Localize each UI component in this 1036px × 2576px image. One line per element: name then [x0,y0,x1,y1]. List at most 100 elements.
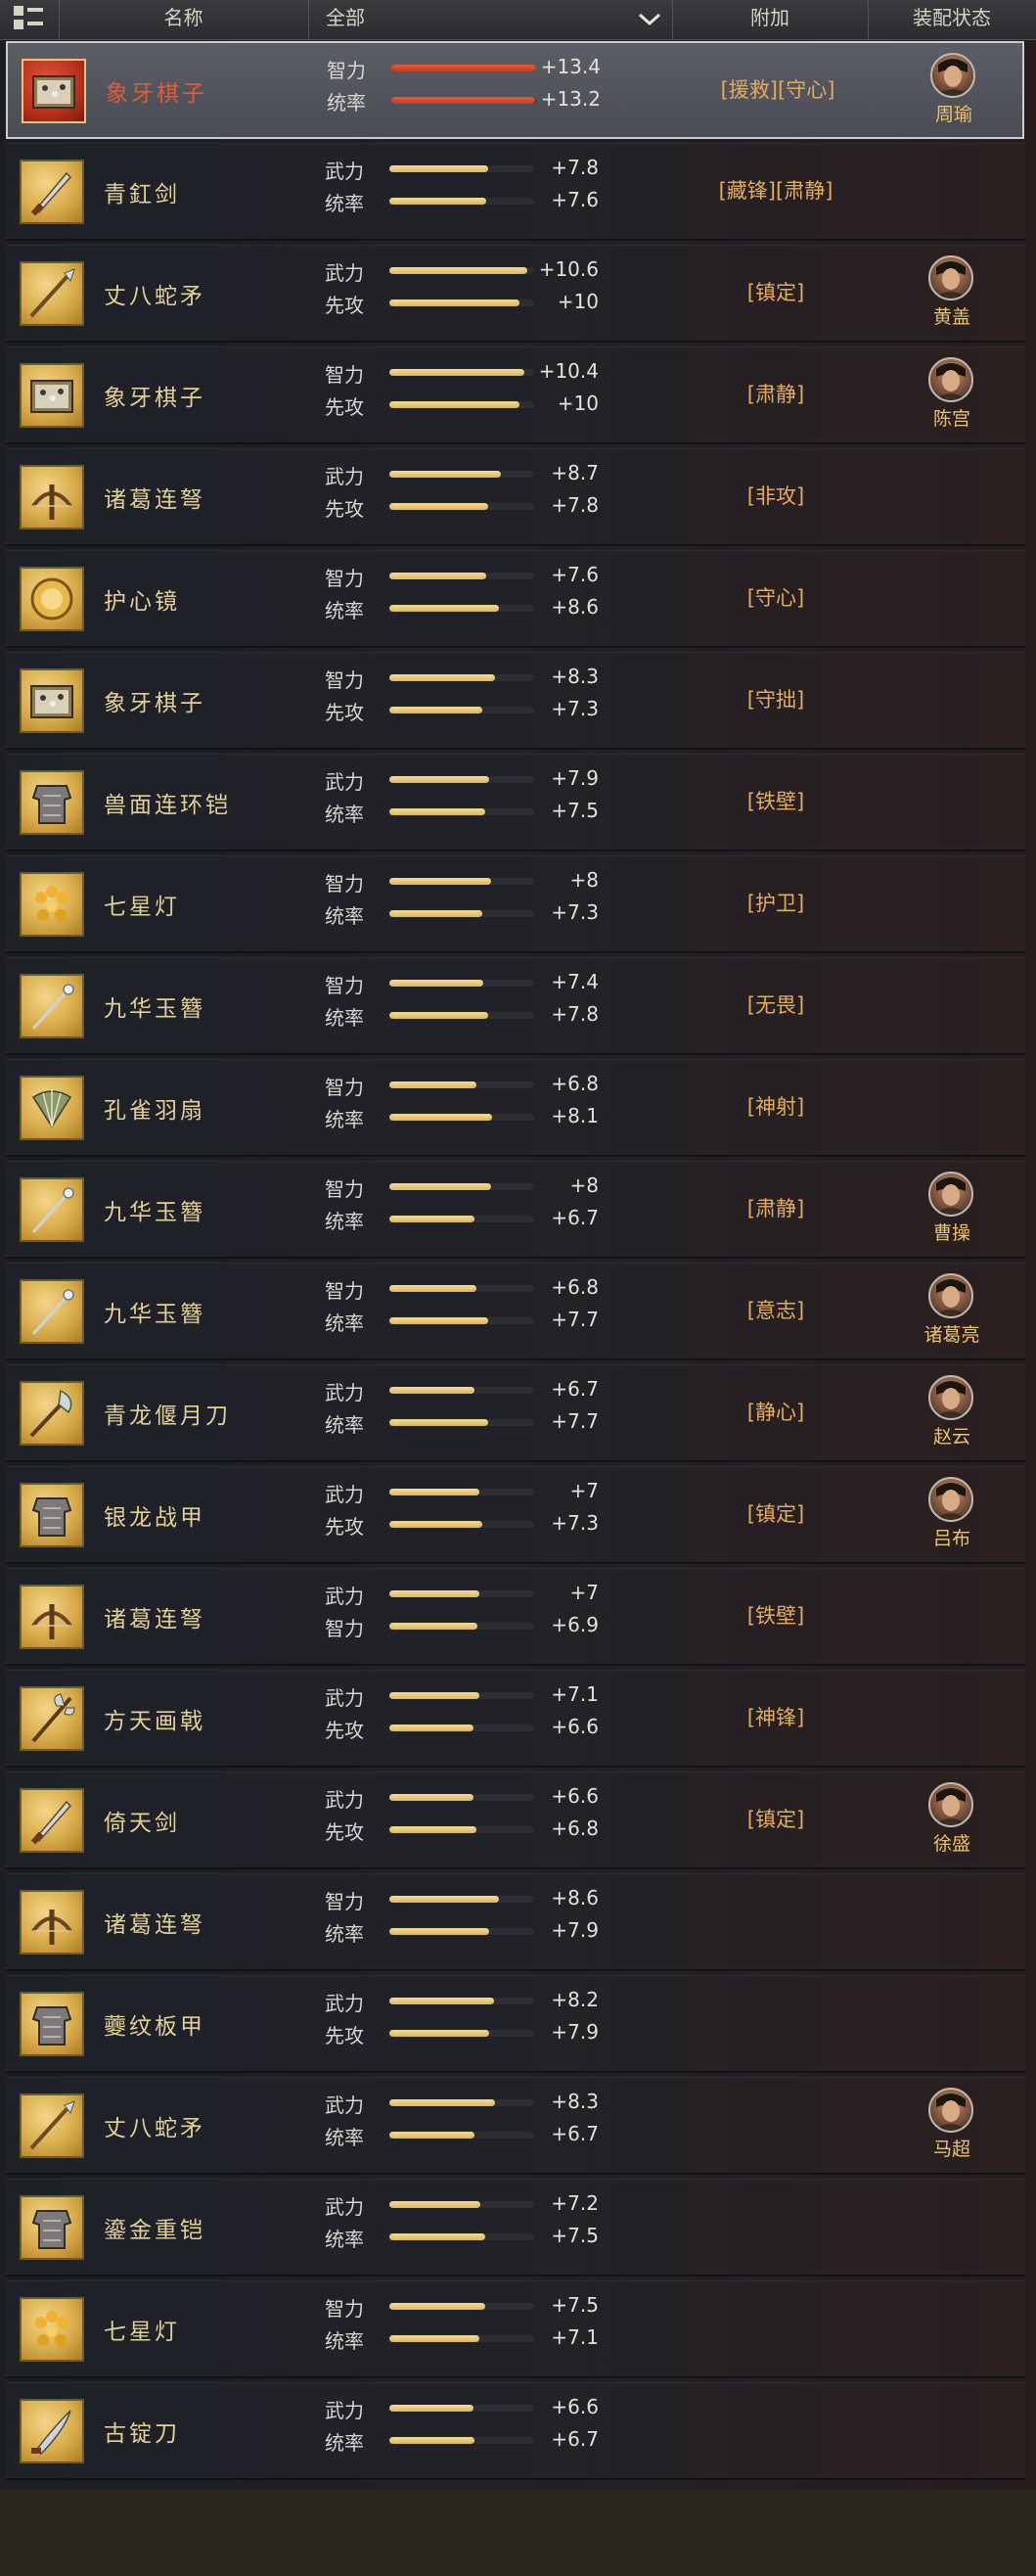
equipment-row[interactable]: 七星灯 智力 +8 统率 +7.3 [护卫] [6,855,1024,953]
item-icon-frame [20,770,84,835]
stat-bar [389,1590,534,1597]
stat-bar-fill [389,401,520,408]
stat-value: +7 [569,1479,599,1502]
equipment-row[interactable]: 方天画戟 武力 +7.1 先攻 +6.6 [神锋] [6,1670,1024,1768]
stat-bar [389,1317,534,1324]
stat-bar-fill [389,1285,476,1292]
stat-bar [389,267,534,274]
equipped-general[interactable]: 诸葛亮 [868,1267,1036,1356]
equipment-row[interactable]: 倚天剑 武力 +6.6 先攻 +6.8 [镇定] 徐盛 [6,1771,1024,1869]
equipment-row[interactable]: 诸葛连弩 武力 +8.7 先攻 +7.8 [非攻] [6,448,1024,546]
stat-bar-fill [389,369,524,376]
view-toggle-button[interactable] [0,0,60,39]
equipped-general[interactable]: 黄盖 [868,250,1036,338]
stat-label: 武力 [325,2399,364,2422]
item-icon-frame [20,1177,84,1242]
crossbow-icon [31,1909,72,1945]
general-portrait-icon [934,1177,968,1215]
equipped-general[interactable]: 赵云 [868,1369,1036,1457]
stat-bar-fill [389,1794,473,1801]
equipment-row[interactable]: 兽面连环铠 武力 +7.9 统率 +7.5 [铁壁] [6,754,1024,851]
stat-label: 先攻 [325,1515,364,1539]
equipment-row[interactable]: 象牙棋子 智力 +10.4 先攻 +10 [肃静] 陈宫 [6,346,1024,444]
equipment-row[interactable]: 丈八蛇矛 武力 +10.6 先攻 +10 [镇定] 黄盖 [6,245,1024,343]
equipment-row[interactable]: 银龙战甲 武力 +7 先攻 +7.3 [镇定] 吕布 [6,1466,1024,1564]
stat-bar-fill [389,1826,476,1833]
general-portrait-icon [934,1788,968,1825]
equipment-row[interactable]: 九华玉簪 智力 +7.4 统率 +7.8 [无畏] [6,957,1024,1055]
spear-icon [29,2100,75,2150]
equip-status-column-header[interactable]: 装配状态 [868,0,1036,39]
extra-column-header[interactable]: 附加 [672,0,869,39]
filter-dropdown[interactable]: 全部 [308,0,673,39]
equipment-row[interactable]: 九华玉簪 智力 +8 统率 +6.7 [肃静] 曹操 [6,1161,1024,1259]
extra-traits: [护卫] [746,892,805,915]
item-icon-frame [22,59,86,123]
equipped-general[interactable]: 曹操 [868,1166,1036,1254]
equipment-row[interactable]: 象牙棋子 智力 +8.3 先攻 +7.3 [守拙] [6,652,1024,750]
stat-value: +6.6 [551,1784,599,1808]
equipment-row[interactable]: 虁纹板甲 武力 +8.2 先攻 +7.9 [6,1975,1024,2073]
stat-label: 智力 [325,1890,364,1913]
equipment-row[interactable]: 青釭剑 武力 +7.8 统率 +7.6 [藏锋][肃静] [6,143,1024,241]
stat-bar [389,980,534,987]
stat-label: 智力 [325,363,364,387]
item-name: 青龙偃月刀 [104,1403,231,1429]
stat-label: 武力 [325,1381,364,1404]
equipped-general[interactable]: 陈宫 [868,351,1036,439]
stat-value: +6.7 [551,2122,599,2145]
general-avatar [928,255,973,300]
equipment-row[interactable]: 七星灯 智力 +7.5 统率 +7.1 [6,2280,1024,2378]
stat-bar [389,674,534,681]
stat-value: +6.8 [551,1072,599,1095]
equipped-general[interactable]: 徐盛 [868,1776,1036,1864]
equipped-general[interactable]: 周瑜 [870,47,1036,135]
equipment-row[interactable]: 鎏金重铠 武力 +7.2 统率 +7.5 [6,2179,1024,2277]
item-name: 象牙棋子 [104,386,205,411]
stat-value: +7.9 [551,766,599,790]
item-icon-frame [20,160,84,224]
equipment-row[interactable]: 丈八蛇矛 武力 +8.3 统率 +6.7 马超 [6,2077,1024,2175]
equipped-general[interactable]: 马超 [868,2082,1036,2170]
stat-label: 统率 [325,2126,364,2149]
item-name: 兽面连环铠 [104,793,231,818]
stat-bar-fill [389,1590,479,1597]
stat-label: 智力 [327,59,366,82]
equipment-row[interactable]: 象牙棋子 智力 +13.4 统率 +13.2 [援救][守心] 周瑜 [6,41,1024,139]
crossbow-icon [31,1604,72,1639]
general-avatar [928,1477,973,1522]
stat-bar-fill [389,2099,496,2106]
list-footer [0,2490,1036,2576]
stat-bar-fill [389,573,487,579]
stat-bar-fill [389,1692,479,1699]
stat-bar [389,2132,534,2139]
name-column-header[interactable]: 名称 [59,0,309,39]
stat-value: +6.8 [551,1275,599,1299]
stat-bar-fill [389,1521,482,1528]
item-name: 诸葛连弩 [104,1607,205,1633]
glaive-icon [29,1389,72,1438]
general-name: 周瑜 [934,104,972,125]
equipment-row[interactable]: 孔雀羽扇 智力 +6.8 统率 +8.1 [神射] [6,1059,1024,1157]
equipment-row[interactable]: 诸葛连弩 智力 +8.6 统率 +7.9 [6,1873,1024,1971]
stat-label: 智力 [325,872,364,896]
equipment-row[interactable]: 诸葛连弩 武力 +7 智力 +6.9 [铁壁] [6,1568,1024,1666]
item-name: 诸葛连弩 [104,1912,205,1938]
extra-traits: [镇定] [746,1502,805,1526]
stat-bar [391,97,536,104]
extra-traits: [非攻] [746,484,805,508]
equipment-row[interactable]: 古锭刀 武力 +6.6 统率 +6.7 [6,2382,1024,2480]
equipment-row[interactable]: 青龙偃月刀 武力 +6.7 统率 +7.7 [静心] 赵云 [6,1364,1024,1462]
equipment-row[interactable]: 护心镜 智力 +7.6 统率 +8.6 [守心] [6,550,1024,648]
stat-bar [389,1623,534,1630]
item-icon-frame [20,974,84,1038]
stat-value: +8.6 [551,595,599,619]
equipment-row[interactable]: 九华玉簪 智力 +6.8 统率 +7.7 [意志] 诸葛亮 [6,1263,1024,1360]
chess-box-icon [30,380,73,413]
item-icon-frame [20,261,84,326]
stat-bar-fill [391,65,536,71]
stat-bar-fill [389,808,485,815]
equipped-general[interactable]: 吕布 [868,1471,1036,1559]
stat-value: +10 [557,391,599,415]
stat-label: 智力 [325,974,364,997]
